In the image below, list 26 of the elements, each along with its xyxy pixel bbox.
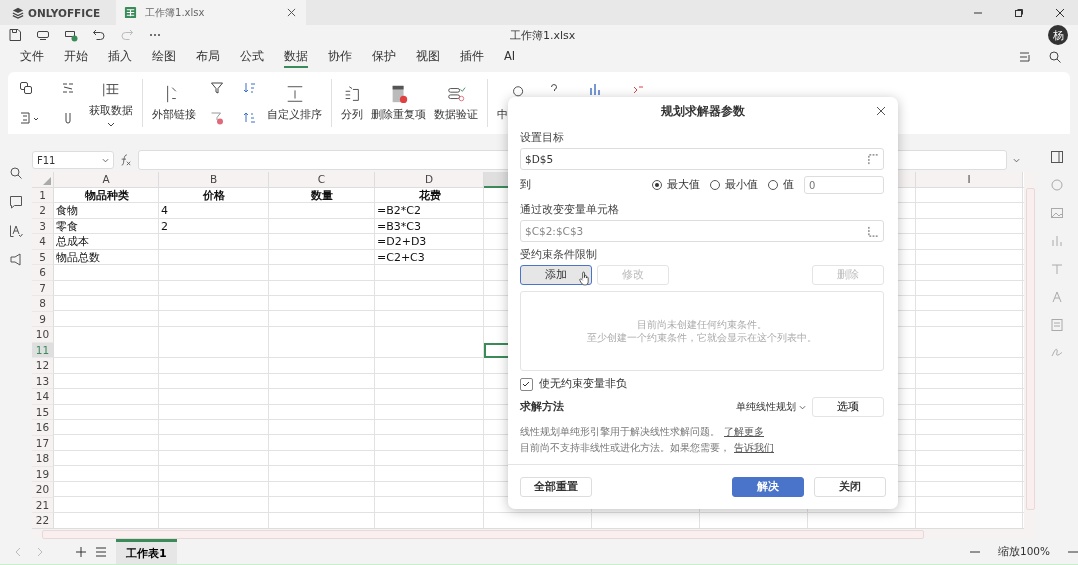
field-label: 到 xyxy=(520,178,531,192)
table-cell-text: 物品种类 xyxy=(83,187,130,203)
empty-message: 目前尚未创建任何约束条件。 xyxy=(637,318,767,331)
table-cell-text: =C2+C3 xyxy=(376,249,426,265)
table-cell-text: 食物 xyxy=(55,203,79,219)
zoom-level: 缩放100% xyxy=(997,544,1050,559)
table-cell-text: 物品总数 xyxy=(55,249,101,265)
table-cell-text: =B2*C2 xyxy=(376,203,422,219)
table-cell-text: 4 xyxy=(160,203,169,219)
table-cell-text: =B3*C3 xyxy=(376,218,422,234)
table-cell-text: 总成本 xyxy=(55,234,90,250)
table-cell-text: 价格 xyxy=(202,187,226,203)
table-cell-text: 花费 xyxy=(417,187,442,203)
table-cell-text: 2 xyxy=(160,218,169,234)
brand-name: ONLYOFFICE xyxy=(28,6,101,19)
note-text: 目前尚不支持非线性或进化方法。如果您需要， 告诉我们 xyxy=(520,441,775,454)
dialog-title: 规划求解器参数 xyxy=(661,103,745,119)
field-label: 设置目标 xyxy=(520,131,565,145)
table-cell-text: 数量 xyxy=(310,187,334,203)
document-title: 工作簿1.xlsx xyxy=(510,28,576,43)
table-cell-text: =D2+D3 xyxy=(376,234,428,250)
note-text: 线性规划单纯形引擎用于解决线性求解问题。 了解更多 xyxy=(520,425,765,438)
field-label: 通过改变变量单元格 xyxy=(520,203,620,217)
field-label: 受约束条件限制 xyxy=(520,248,598,262)
field-label: 求解方法 xyxy=(520,400,564,414)
table-cell-text: 零食 xyxy=(55,218,79,234)
